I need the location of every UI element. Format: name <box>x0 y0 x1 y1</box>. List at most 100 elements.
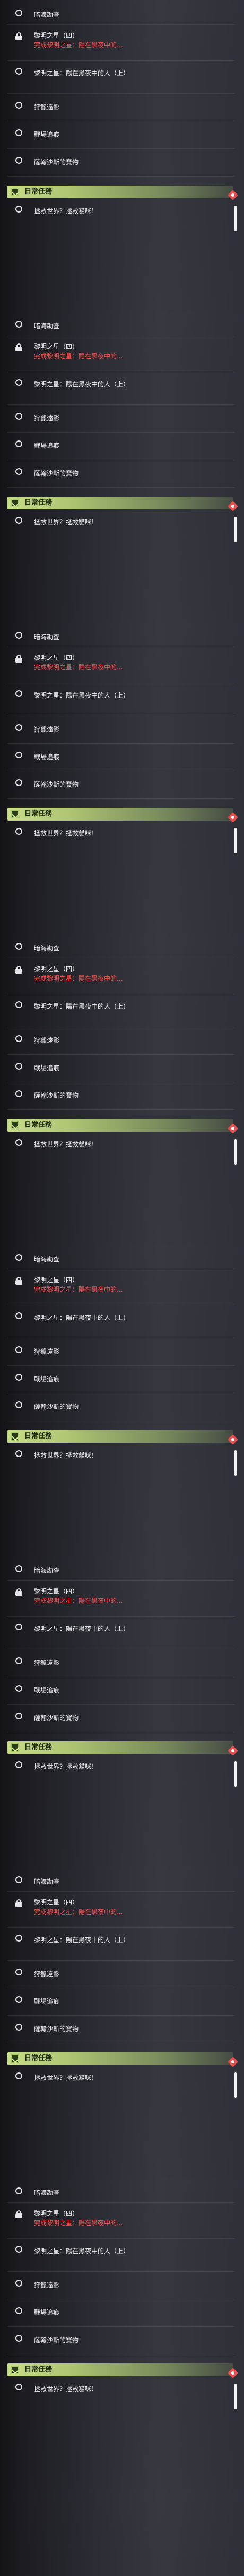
quest-item[interactable]: 戰場追痕 <box>5 1058 233 1078</box>
quest-item[interactable]: 拯救世界？拯救貓咪！ <box>5 201 233 220</box>
quest-item[interactable]: 黎明之星：陽在黑夜中的人（上） <box>5 686 233 711</box>
quest-item[interactable]: 黎明之星（四） 完成黎明之星：陽在黑夜中的... <box>5 340 233 365</box>
quest-item[interactable]: 狩獵遠影 <box>5 1653 233 1672</box>
quest-item[interactable]: 黎明之星：陽在黑夜中的人（上） <box>5 997 233 1022</box>
quest-panel: 暗海勘查黎明之星（四） 完成黎明之星：陽在黑夜中的... 黎明之星：陽在黑夜中的人（… <box>0 1556 244 1867</box>
divider <box>7 1054 234 1055</box>
circle-icon <box>11 436 26 451</box>
quest-item[interactable]: 拯救世界？拯救貓咪！ <box>5 513 233 532</box>
quest-title: 黎明之星：陽在黑夜中的人（上） <box>34 381 130 388</box>
quest-title: 黎明之星（四） <box>34 965 79 973</box>
scrollbar[interactable] <box>234 1139 237 1165</box>
quest-item[interactable]: 狩獵遠影 <box>5 409 233 428</box>
quest-objective: 完成黎明之星：陽在黑夜中的... <box>34 664 123 671</box>
daily-tasks-header[interactable]: 日常任務 <box>7 1741 233 1754</box>
divider <box>7 1616 234 1617</box>
quest-item[interactable]: 狩獵遠影 <box>5 720 233 739</box>
quest-item[interactable]: 拯救世界？拯救貓咪！ <box>5 1135 233 1154</box>
divider <box>7 2015 234 2016</box>
circle-icon <box>11 747 26 762</box>
quest-item[interactable]: 狩獵遠影 <box>5 1031 233 1050</box>
scrollbar[interactable] <box>234 206 237 231</box>
circle-icon <box>11 464 26 479</box>
quest-item[interactable]: 薩翰沙斯的寶物 <box>5 775 233 794</box>
quest-item[interactable]: 拯救世界？拯救貓咪！ <box>5 2068 233 2087</box>
quest-item[interactable]: 黎明之星：陽在黑夜中的人（上） <box>5 2242 233 2267</box>
quest-item[interactable]: 戰場追痕 <box>5 1681 233 1700</box>
circle-icon <box>11 2331 26 2345</box>
quest-item[interactable]: 拯救世界？拯救貓咪！ <box>5 1446 233 1465</box>
daily-tasks-label: 日常任務 <box>24 2054 53 2062</box>
quest-item[interactable]: 暗海勘查 <box>5 1250 233 1269</box>
quest-title: 戰場追痕 <box>34 131 60 138</box>
daily-tasks-header[interactable]: 日常任務 <box>7 1119 233 1132</box>
daily-tasks-header[interactable]: 日常任務 <box>7 2363 233 2376</box>
scrollbar[interactable] <box>234 1761 237 1787</box>
divider <box>7 404 234 405</box>
quest-item[interactable]: 拯救世界？拯救貓咪！ <box>5 824 233 843</box>
quest-item[interactable]: 薩翰沙斯的寶物 <box>5 464 233 483</box>
quest-item[interactable]: 黎明之星：陽在黑夜中的人（上） <box>5 1619 233 1645</box>
quest-item[interactable]: 黎明之星（四） 完成黎明之星：陽在黑夜中的... <box>5 1584 233 1610</box>
quest-item[interactable]: 暗海勘查 <box>5 1561 233 1580</box>
quest-item[interactable]: 戰場追痕 <box>5 1370 233 1389</box>
quest-item[interactable]: 黎明之星（四） 完成黎明之星：陽在黑夜中的... <box>5 29 233 54</box>
quest-item[interactable]: 暗海勘查 <box>5 939 233 958</box>
scrollbar[interactable] <box>234 828 237 853</box>
daily-task-icon <box>11 810 19 818</box>
daily-tasks-header[interactable]: 日常任務 <box>7 186 233 198</box>
quest-item[interactable]: 戰場追痕 <box>5 125 233 144</box>
daily-tasks-header[interactable]: 日常任務 <box>7 497 233 509</box>
quest-item[interactable]: 暗海勘查 <box>5 316 233 336</box>
quest-item[interactable]: 狩獵遠影 <box>5 98 233 117</box>
quest-item[interactable]: 暗海勘查 <box>5 1872 233 1891</box>
quest-title: 暗海勘查 <box>34 322 60 330</box>
quest-item[interactable]: 薩翰沙斯的寶物 <box>5 2331 233 2350</box>
daily-tasks-header[interactable]: 日常任務 <box>7 2052 233 2065</box>
quest-item[interactable]: 拯救世界？拯救貓咪！ <box>5 2379 233 2398</box>
scrollbar[interactable] <box>234 517 237 542</box>
scrollbar[interactable] <box>234 2072 237 2098</box>
quest-item[interactable]: 薩翰沙斯的寶物 <box>5 1086 233 1105</box>
daily-tasks-label: 日常任務 <box>24 2366 53 2374</box>
quest-item[interactable]: 黎明之星（四） 完成黎明之星：陽在黑夜中的... <box>5 1273 233 1299</box>
quest-item[interactable]: 黎明之星（四） 完成黎明之星：陽在黑夜中的... <box>5 1895 233 1921</box>
quest-objective: 完成黎明之星：陽在黑夜中的... <box>34 1597 123 1604</box>
quest-item[interactable]: 戰場追痕 <box>5 1992 233 2011</box>
daily-tasks-header[interactable]: 日常任務 <box>7 1430 233 1443</box>
scrollbar[interactable] <box>234 2384 237 2409</box>
quest-item[interactable]: 戰場追痕 <box>5 2303 233 2322</box>
quest-item[interactable]: 薩翰沙斯的寶物 <box>5 153 233 172</box>
quest-item[interactable]: 狩獵遠影 <box>5 1964 233 1983</box>
quest-title: 薩翰沙斯的寶物 <box>34 2336 79 2344</box>
quest-item[interactable]: 暗海勘查 <box>5 2183 233 2202</box>
scrollbar[interactable] <box>234 1450 237 1476</box>
circle-icon <box>11 1308 26 1323</box>
quest-item[interactable]: 暗海勘查 <box>5 628 233 647</box>
daily-tasks-header[interactable]: 日常任務 <box>7 808 233 821</box>
quest-item[interactable]: 薩翰沙斯的寶物 <box>5 1397 233 1416</box>
quest-item[interactable]: 黎明之星（四） 完成黎明之星：陽在黑夜中的... <box>5 962 233 987</box>
quest-item[interactable]: 黎明之星（四） 完成黎明之星：陽在黑夜中的... <box>5 2207 233 2232</box>
quest-title: 黎明之星：陽在黑夜中的人（上） <box>34 692 130 699</box>
quest-item[interactable]: 薩翰沙斯的寶物 <box>5 1708 233 1727</box>
quest-item[interactable]: 黎明之星：陽在黑夜中的人（上） <box>5 64 233 89</box>
quest-item[interactable]: 黎明之星：陽在黑夜中的人（上） <box>5 1930 233 1956</box>
quest-item[interactable]: 拯救世界？拯救貓咪！ <box>5 1757 233 1776</box>
quest-title: 薩翰沙斯的寶物 <box>34 158 79 166</box>
quest-item[interactable]: 暗海勘查 <box>5 5 233 24</box>
quest-item[interactable]: 黎明之星：陽在黑夜中的人（上） <box>5 375 233 400</box>
daily-tasks-label: 日常任務 <box>24 810 53 818</box>
divider <box>7 1927 234 1928</box>
quest-item[interactable]: 薩翰沙斯的寶物 <box>5 2019 233 2039</box>
quest-item[interactable]: 狩獵遠影 <box>5 2275 233 2295</box>
quest-item[interactable]: 戰場追痕 <box>5 747 233 766</box>
quest-item[interactable]: 狩獵遠影 <box>5 1342 233 1361</box>
circle-icon <box>11 1561 26 1576</box>
quest-item[interactable]: 黎明之星（四） 完成黎明之星：陽在黑夜中的... <box>5 651 233 676</box>
quest-item[interactable]: 黎明之星：陽在黑夜中的人（上） <box>5 1308 233 1334</box>
circle-icon <box>11 375 26 390</box>
circle-icon <box>11 1619 26 1634</box>
circle-icon <box>11 2242 26 2256</box>
quest-item[interactable]: 戰場追痕 <box>5 436 233 455</box>
